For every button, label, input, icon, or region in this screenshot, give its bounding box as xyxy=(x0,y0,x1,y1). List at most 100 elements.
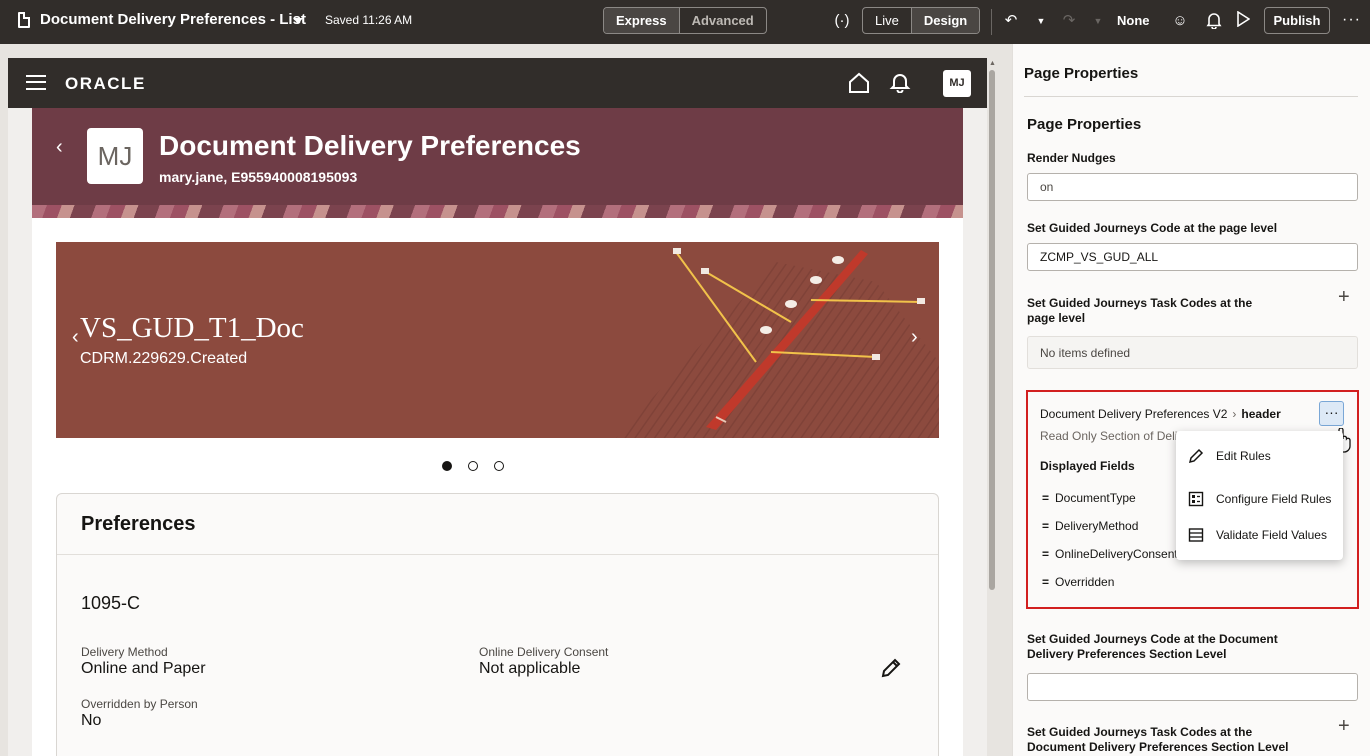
add-icon[interactable]: + xyxy=(1338,287,1350,307)
live-view-button[interactable]: Live xyxy=(863,8,911,33)
banner-title: VS_GUD_T1_Doc xyxy=(80,312,304,344)
undo-menu-chevron-icon[interactable]: ▼ xyxy=(1031,11,1051,31)
publish-button[interactable]: Publish xyxy=(1264,7,1330,34)
banner-subtitle: CDRM.229629.Created xyxy=(80,350,248,367)
breadcrumb-parent[interactable]: Document Delivery Preferences V2 xyxy=(1040,407,1227,421)
render-nudges-input[interactable]: on xyxy=(1027,173,1358,201)
mode-toggle: Express Advanced xyxy=(603,7,767,34)
field-item[interactable]: = DeliveryMethod xyxy=(1042,519,1177,533)
carousel-dot[interactable] xyxy=(442,461,452,471)
variable-icon[interactable]: (·) xyxy=(832,11,852,31)
gj-code-input[interactable]: ZCMP_VS_GUD_ALL xyxy=(1027,243,1358,271)
preferences-card: Preferences 1095-C Delivery Method Onlin… xyxy=(56,493,939,756)
express-mode-button[interactable]: Express xyxy=(604,8,679,33)
preferences-heading: Preferences xyxy=(81,513,196,535)
gj-code-label: Set Guided Journeys Code at the page lev… xyxy=(1027,221,1278,235)
designer-toolbar: Document Delivery Preferences - List Sav… xyxy=(0,0,1370,44)
person-avatar: MJ xyxy=(87,128,143,184)
scrollbar-thumb[interactable] xyxy=(989,70,995,590)
render-nudges-label: Render Nudges xyxy=(1027,151,1116,165)
delivery-method-value: Online and Paper xyxy=(81,660,206,677)
consent-value: Not applicable xyxy=(479,660,581,677)
field-name: DocumentType xyxy=(1055,491,1136,505)
menu-item-label: Edit Rules xyxy=(1216,449,1271,463)
field-name: DeliveryMethod xyxy=(1055,519,1139,533)
oracle-logo: ORACLE xyxy=(65,74,146,93)
displayed-fields-title: Displayed Fields xyxy=(1040,459,1135,473)
carousel-banner: VS_GUD_T1_Doc CDRM.229629.Created ‹ › xyxy=(56,242,939,438)
app-header: ORACLE MJ xyxy=(8,58,987,108)
drag-handle-icon[interactable]: = xyxy=(1042,491,1049,505)
back-icon[interactable]: ‹ xyxy=(56,136,63,159)
delivery-method-label: Delivery Method xyxy=(81,645,168,659)
field-rules-icon xyxy=(1188,491,1204,507)
menu-item-configure-field-rules[interactable]: Configure Field Rules xyxy=(1176,483,1343,515)
menu-icon[interactable] xyxy=(26,75,46,90)
carousel-next-icon[interactable]: › xyxy=(911,326,918,349)
gj-task-empty: No items defined xyxy=(1027,336,1358,369)
carousel-prev-icon[interactable]: ‹ xyxy=(72,326,79,349)
page-header-band: ‹ MJ Document Delivery Preferences mary.… xyxy=(32,108,963,218)
drag-handle-icon[interactable]: = xyxy=(1042,519,1049,533)
notifications-icon[interactable] xyxy=(889,71,911,93)
section-title: Page Properties xyxy=(1027,116,1142,133)
menu-item-label: Configure Field Rules xyxy=(1216,492,1332,506)
add-icon[interactable]: + xyxy=(1338,716,1350,736)
page-heading: Document Delivery Preferences xyxy=(159,130,581,161)
design-canvas: ORACLE MJ ‹ MJ Document Delivery Prefere… xyxy=(0,44,1012,756)
consent-label: Online Delivery Consent xyxy=(479,645,609,659)
person-subtitle: mary.jane, E955940008195093 xyxy=(159,169,358,185)
redo-menu-chevron-icon[interactable]: ▼ xyxy=(1088,11,1108,31)
field-name: Overridden xyxy=(1055,575,1115,589)
page-title-menu[interactable]: Document Delivery Preferences - List xyxy=(40,11,306,28)
document-icon xyxy=(18,12,30,28)
validate-values-icon xyxy=(1188,528,1204,542)
field-item[interactable]: = OnlineDeliveryConsent xyxy=(1042,547,1177,561)
carousel-dot[interactable] xyxy=(494,461,504,471)
pencil-icon xyxy=(1188,448,1204,464)
document-type: 1095-C xyxy=(81,593,141,613)
menu-item-validate-field-values[interactable]: Validate Field Values xyxy=(1176,519,1343,551)
advanced-mode-button[interactable]: Advanced xyxy=(678,8,766,33)
panel-header: Page Properties xyxy=(1024,65,1139,82)
chevron-down-icon[interactable] xyxy=(293,18,303,24)
more-actions-button[interactable]: ··· xyxy=(1319,401,1344,426)
design-view-button[interactable]: Design xyxy=(910,8,980,33)
field-item[interactable]: = DocumentType xyxy=(1042,491,1177,505)
actions-menu: Edit Rules Configure Field Rules Validat… xyxy=(1176,431,1343,560)
save-status: Saved 11:26 AM xyxy=(325,13,413,27)
page-preview: ORACLE MJ ‹ MJ Document Delivery Prefere… xyxy=(8,58,987,756)
rowing-boat-image xyxy=(576,242,939,438)
drag-handle-icon[interactable]: = xyxy=(1042,547,1049,561)
section-description: Read Only Section of Delivery Preference… xyxy=(1040,429,1178,443)
view-toggle: Live Design xyxy=(862,7,981,34)
history-state[interactable]: None xyxy=(1117,13,1150,28)
menu-item-label: Validate Field Values xyxy=(1216,528,1327,542)
divider xyxy=(1024,96,1358,97)
carousel-indicators xyxy=(442,461,504,471)
bell-icon[interactable] xyxy=(1204,11,1224,31)
smiley-icon[interactable]: ☺ xyxy=(1170,11,1190,31)
section-breadcrumb: Document Delivery Preferences V2 › header xyxy=(1040,407,1281,421)
user-avatar[interactable]: MJ xyxy=(943,70,971,97)
overridden-label: Overridden by Person xyxy=(81,697,198,711)
section-code-input[interactable] xyxy=(1027,673,1358,701)
section-task-label: Set Guided Journeys Task Codes at the Do… xyxy=(1027,725,1289,754)
content-area: VS_GUD_T1_Doc CDRM.229629.Created ‹ › Pr… xyxy=(32,218,963,756)
field-item[interactable]: = Overridden xyxy=(1042,575,1177,589)
drag-handle-icon[interactable]: = xyxy=(1042,575,1049,589)
carousel-dot[interactable] xyxy=(468,461,478,471)
overridden-value: No xyxy=(81,712,102,729)
properties-panel: Page Properties Page Properties Render N… xyxy=(1012,44,1370,756)
menu-item-edit-rules[interactable]: Edit Rules xyxy=(1176,440,1343,472)
divider xyxy=(991,9,992,35)
undo-icon[interactable]: ↶ xyxy=(1001,11,1021,31)
edit-pencil-icon[interactable] xyxy=(880,657,902,679)
redo-icon[interactable]: ↷ xyxy=(1059,11,1079,31)
decorative-pattern xyxy=(32,205,963,218)
preview-play-icon[interactable] xyxy=(1233,10,1253,31)
field-name: OnlineDeliveryConsent xyxy=(1055,547,1177,561)
more-options-icon[interactable]: ··· xyxy=(1342,11,1361,29)
home-icon[interactable] xyxy=(848,72,870,94)
scroll-up-icon[interactable]: ▲ xyxy=(989,60,996,67)
